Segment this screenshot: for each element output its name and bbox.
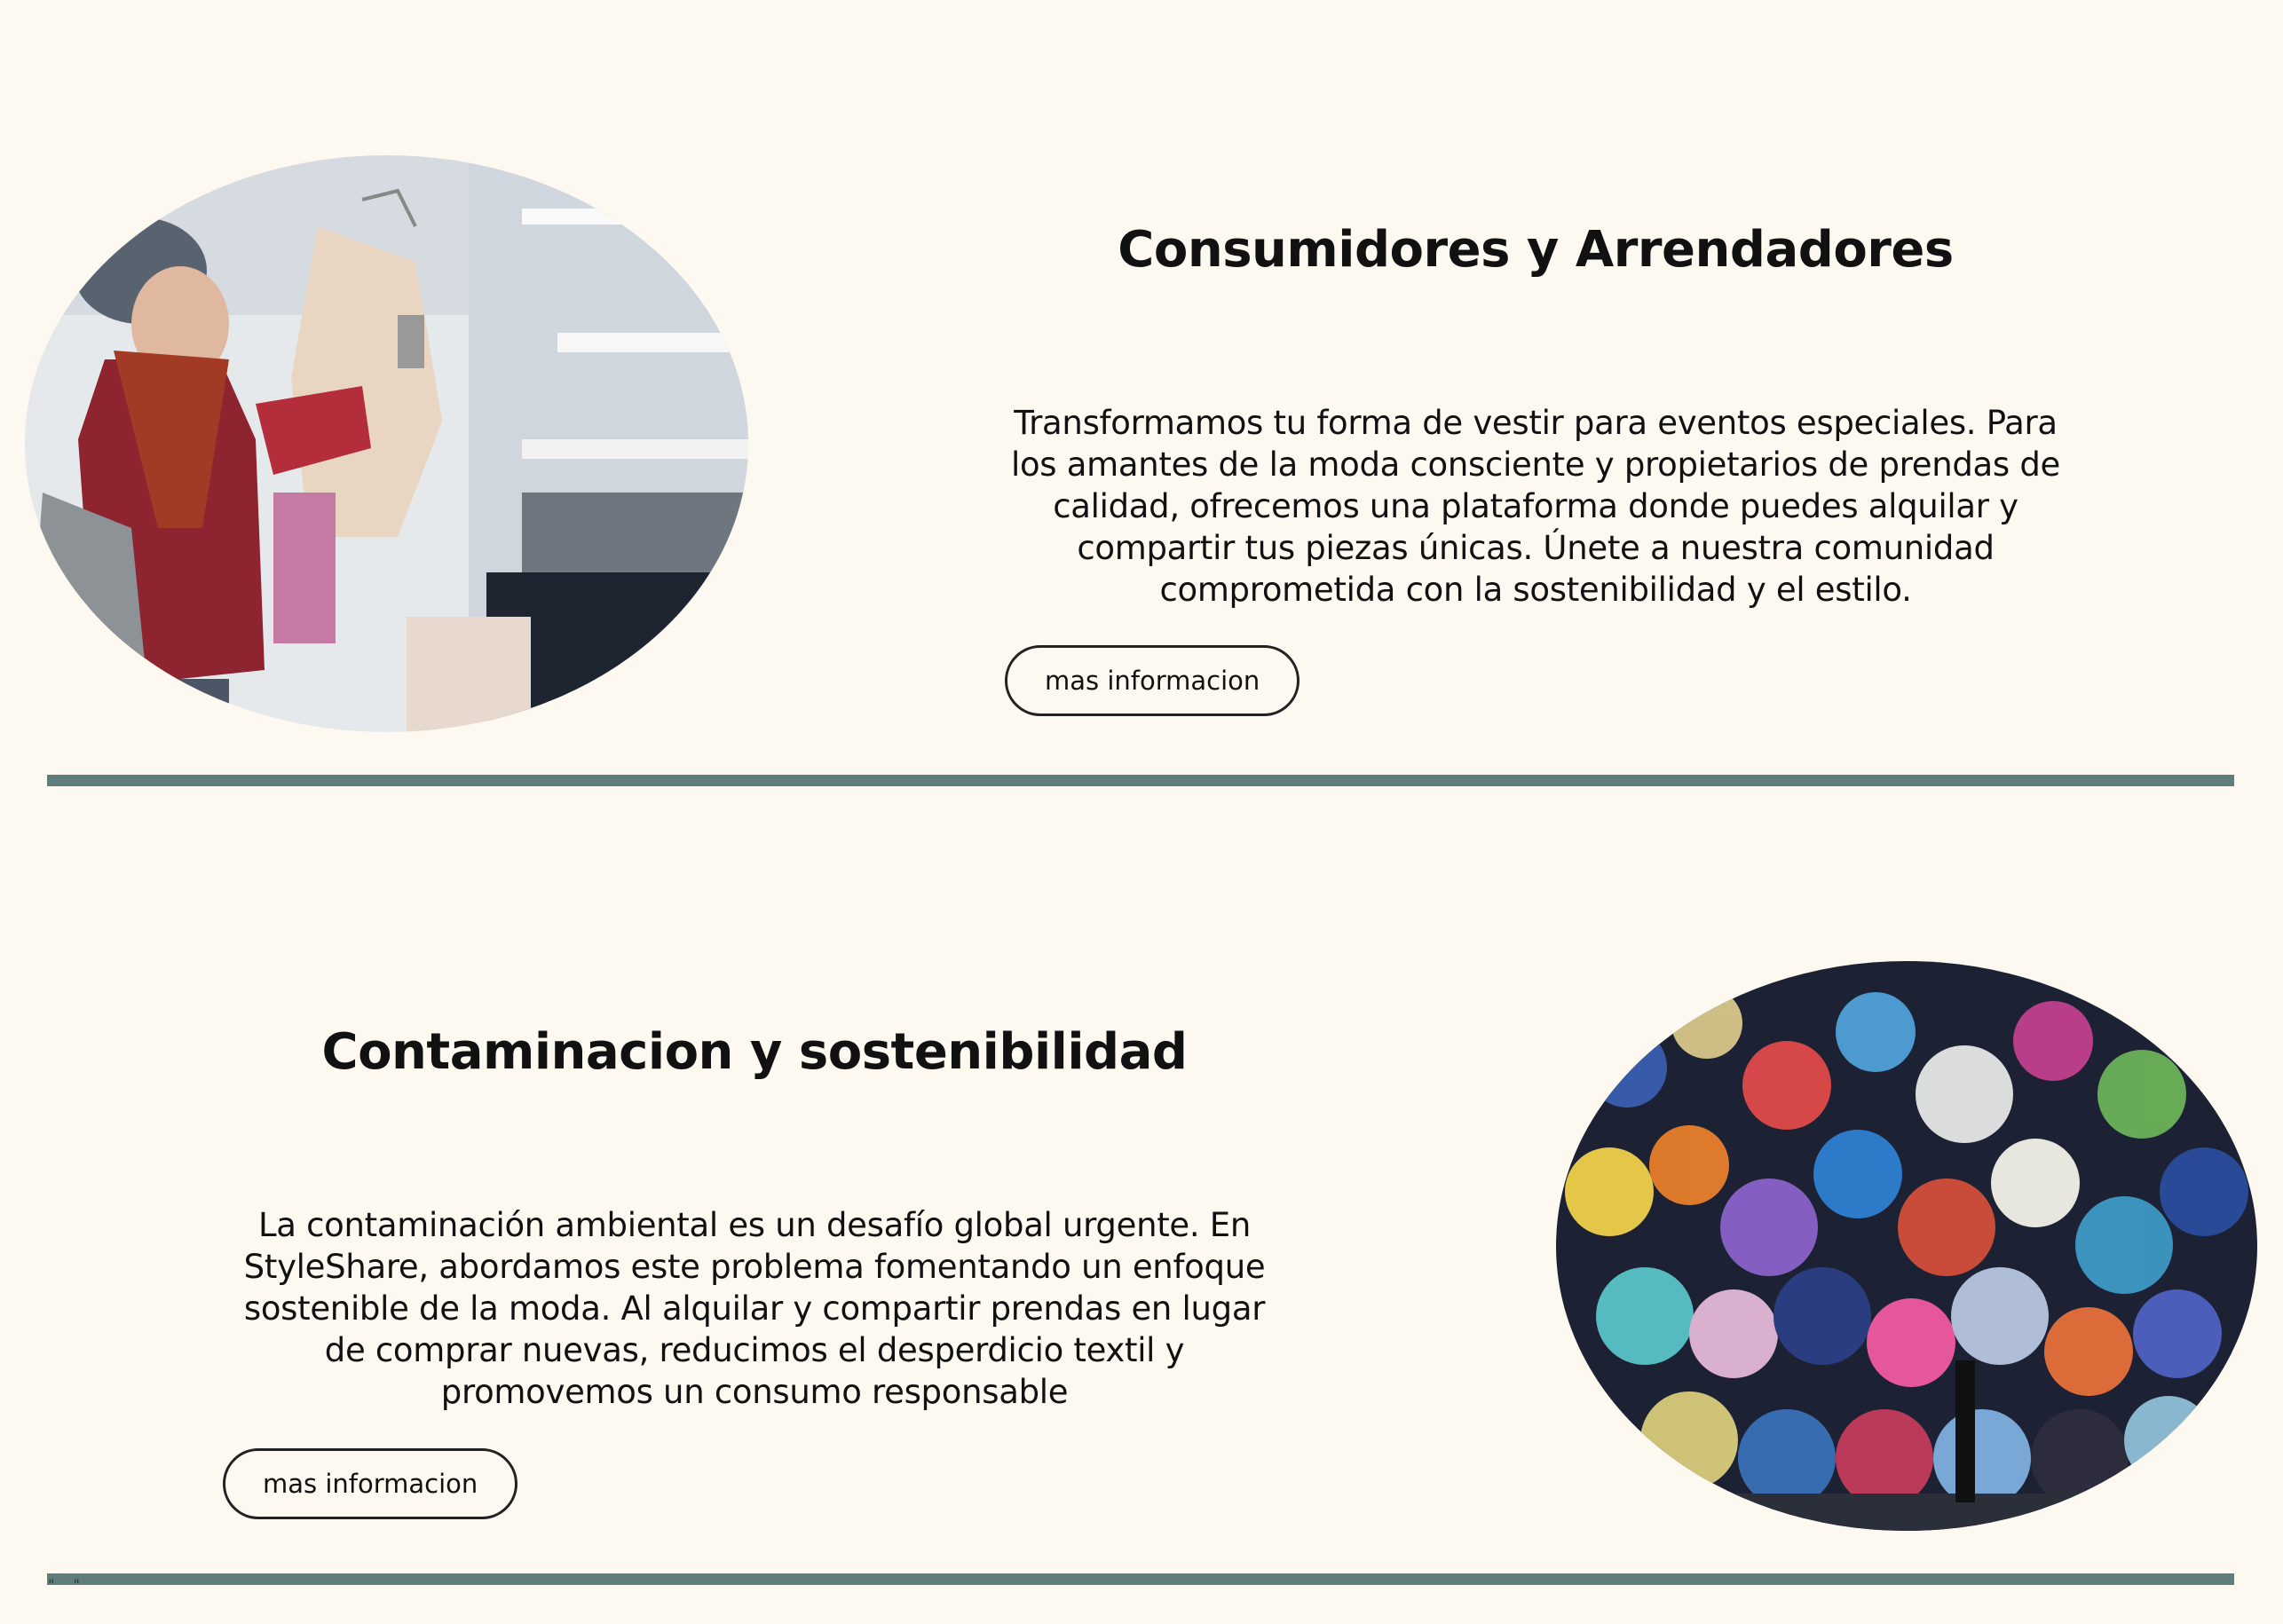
clothing-pile-photo <box>1556 961 2257 1531</box>
section-title: Consumidores y Arrendadores <box>1118 221 1954 279</box>
section-divider <box>47 775 2234 786</box>
section-pollution-body: La contaminación ambiental es un desafío… <box>222 1204 1287 1413</box>
section-consumers-body: Transformamos tu forma de vestir para ev… <box>994 402 2077 611</box>
more-info-button[interactable]: mas informacion <box>1005 645 1300 716</box>
more-info-button[interactable]: mas informacion <box>223 1448 518 1519</box>
section-pollution-text: Contaminacion y sostenibilidad <box>222 1022 1287 1082</box>
section-divider <box>47 1573 2234 1585</box>
section-description: Transformamos tu forma de vestir para ev… <box>1010 404 2061 609</box>
shopper-photo <box>25 155 748 732</box>
section-title: Contaminacion y sostenibilidad <box>321 1023 1188 1081</box>
section-description: La contaminación ambiental es un desafío… <box>243 1206 1266 1411</box>
section-consumers-text: Consumidores y Arrendadores <box>1003 220 2068 280</box>
stray-text: " " <box>48 1576 87 1593</box>
